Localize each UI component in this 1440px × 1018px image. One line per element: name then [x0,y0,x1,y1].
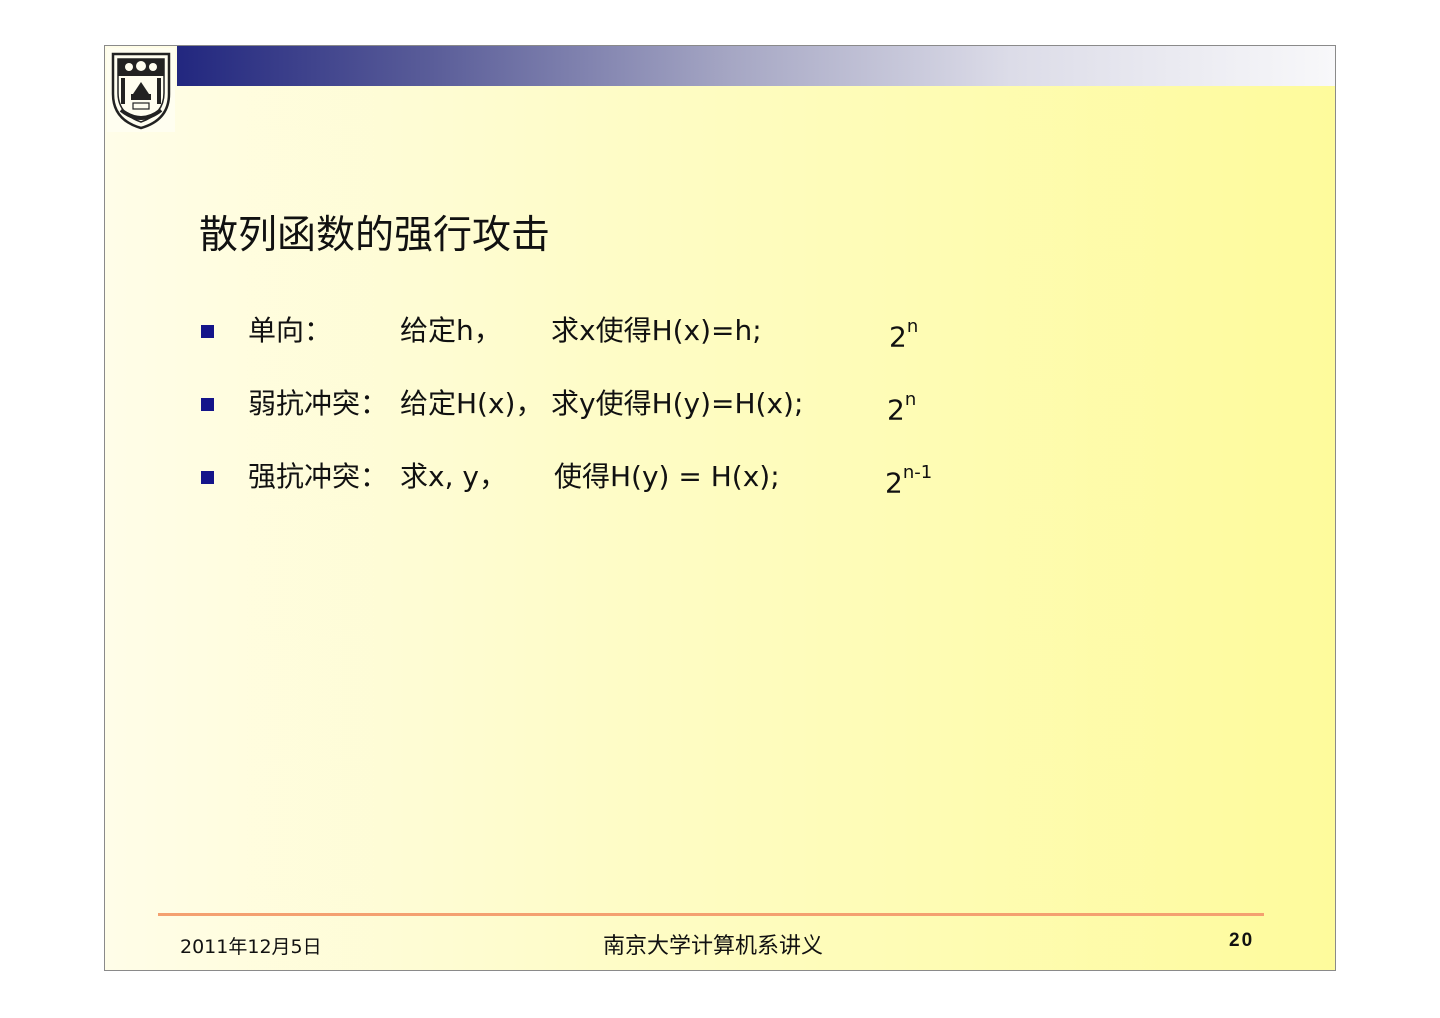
bullet-given: 给定h， [400,314,502,347]
bullet-weak-collision: 弱抗冲突： 给定H(x)， 求y使得H(y)=H(x); 2n [201,384,1001,426]
bullet-given: 给定H(x)， [400,387,544,420]
cost-exponent: n [906,316,919,337]
bullet-given: 求x, y， [400,460,507,493]
bullet-one-way: 单向： 给定h， 求x使得H(x)=h; 2n [201,311,1001,353]
university-seal-icon [107,48,175,132]
slide-title: 散列函数的强行攻击 [199,213,551,258]
cost-exponent: n-1 [902,462,933,483]
bullet-cost: 2n [887,384,916,430]
bullet-label: 强抗冲突： [248,460,389,493]
page-number: 20 [1229,930,1255,951]
bullet-find: 求y使得H(y)=H(x); [551,387,804,420]
bullet-square-icon [201,325,214,338]
cost-base: 2 [885,466,903,500]
bullet-find: 使得H(y) = H(x); [554,460,780,493]
bullet-label: 弱抗冲突： [248,387,389,420]
header-band [177,46,1335,86]
slide: 散列函数的强行攻击 单向： 给定h， 求x使得H(x)=h; 2n 弱抗冲突： … [104,45,1336,971]
footer-course-title: 南京大学计算机系讲义 [603,934,824,959]
bullet-cost: 2n [889,311,918,357]
bullet-find: 求x使得H(x)=h; [551,314,762,347]
footer-date: 2011年12月5日 [180,936,322,958]
cost-exponent: n [904,389,917,410]
bullet-label: 单向： [248,314,333,347]
cost-base: 2 [889,320,907,354]
bullet-square-icon [201,471,214,484]
bullet-cost: 2n-1 [885,457,932,503]
footer-divider [158,913,1264,916]
cost-base: 2 [887,393,905,427]
bullet-square-icon [201,398,214,411]
bullet-strong-collision: 强抗冲突： 求x, y， 使得H(y) = H(x); 2n-1 [201,457,1001,499]
